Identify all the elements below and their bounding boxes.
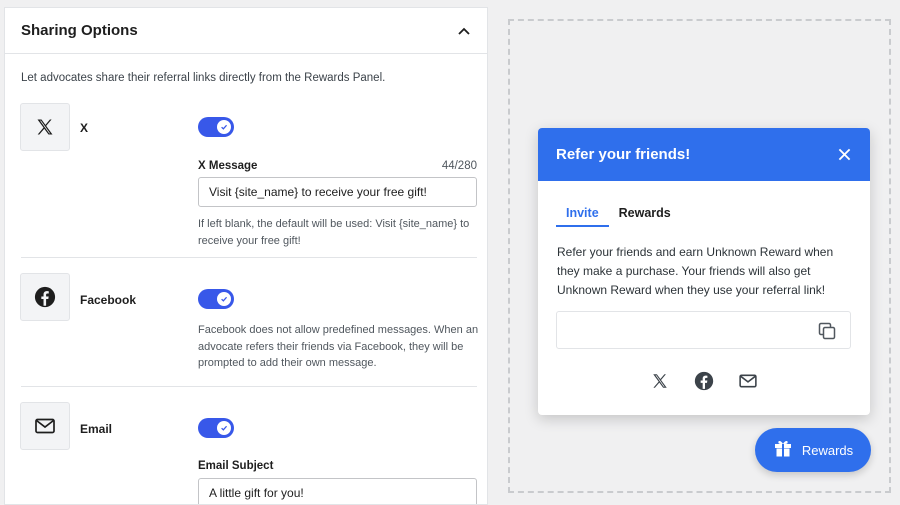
sharing-options-panel: Sharing Options Let advocates share thei…	[4, 7, 488, 505]
widget-tabs: Invite Rewards	[556, 206, 681, 227]
facebook-logo-icon	[20, 273, 70, 321]
email-icon[interactable]	[738, 371, 758, 391]
divider	[21, 257, 477, 258]
x-toggle[interactable]	[198, 117, 234, 137]
chevron-up-icon[interactable]	[457, 24, 471, 38]
envelope-icon	[20, 402, 70, 450]
referral-link-box[interactable]	[556, 311, 851, 349]
x-help-text: If left blank, the default will be used:…	[198, 218, 470, 247]
email-subject-label: Email Subject	[198, 460, 274, 472]
check-icon	[217, 292, 231, 306]
widget-title: Refer your friends!	[556, 146, 691, 163]
gift-icon	[773, 438, 793, 463]
tab-invite[interactable]: Invite	[556, 206, 609, 227]
referral-widget: Refer your friends! Invite Rewards Refer…	[538, 128, 870, 415]
email-label: Email	[80, 422, 113, 436]
facebook-toggle[interactable]	[198, 289, 234, 309]
widget-header: Refer your friends!	[538, 128, 870, 181]
email-toggle[interactable]	[198, 418, 234, 438]
close-icon[interactable]	[836, 147, 852, 163]
panel-title: Sharing Options	[21, 22, 138, 39]
x-char-count: 44/280	[441, 160, 477, 172]
share-icons	[538, 371, 870, 391]
rewards-launcher-button[interactable]: Rewards	[755, 428, 871, 472]
check-icon	[217, 421, 231, 435]
widget-description: Refer your friends and earn Unknown Rewa…	[557, 245, 834, 297]
email-subject-input[interactable]	[198, 478, 477, 504]
rewards-launcher-label: Rewards	[801, 442, 854, 458]
x-icon[interactable]	[650, 371, 670, 391]
divider	[21, 386, 477, 387]
panel-intro: Let advocates share their referral links…	[21, 72, 386, 84]
facebook-label: Facebook	[80, 293, 137, 307]
facebook-icon[interactable]	[694, 371, 714, 391]
x-message-label: X Message	[198, 160, 258, 172]
panel-header[interactable]: Sharing Options	[5, 8, 487, 54]
facebook-help-text: Facebook does not allow predefined messa…	[198, 324, 479, 369]
x-message-input[interactable]	[198, 177, 477, 207]
copy-icon[interactable]	[818, 322, 836, 340]
x-label: X	[80, 121, 89, 135]
tab-rewards[interactable]: Rewards	[609, 206, 681, 227]
check-icon	[217, 120, 231, 134]
x-logo-icon	[20, 103, 70, 151]
